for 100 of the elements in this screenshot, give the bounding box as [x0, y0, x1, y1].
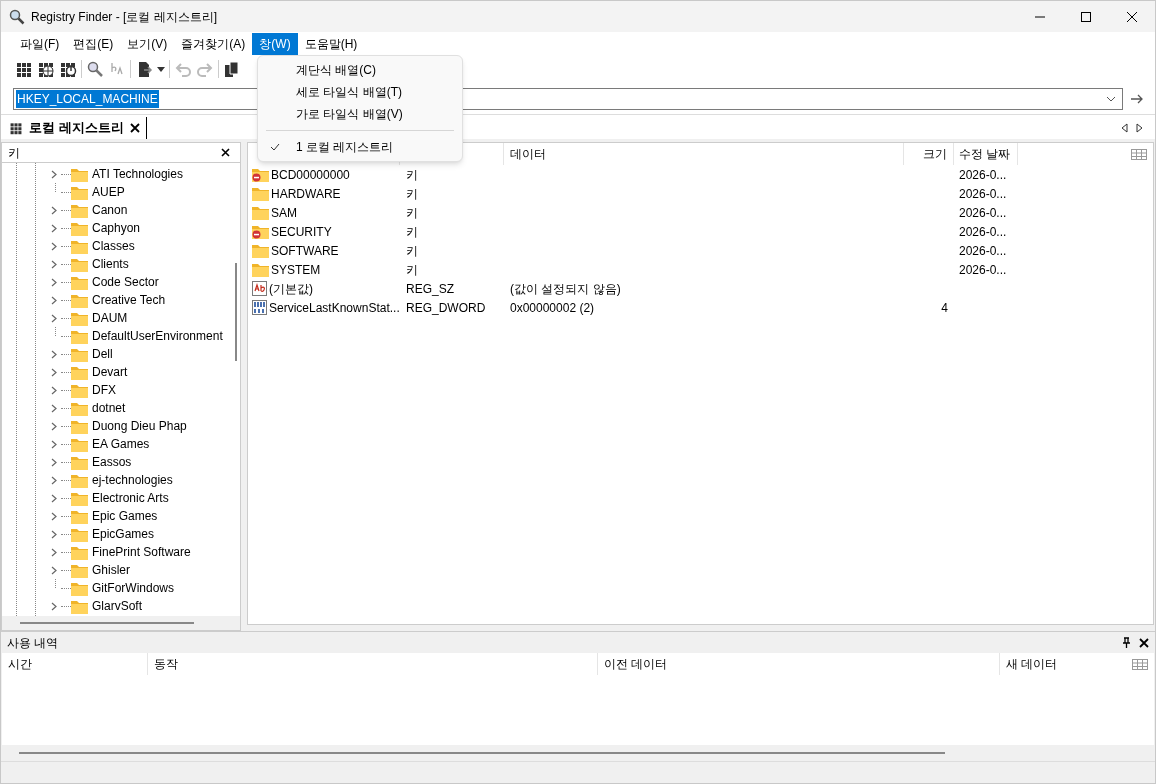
- tab-label: 로컬 레지스트리: [29, 119, 124, 138]
- tree-item[interactable]: DAUM: [92, 309, 128, 327]
- column-header[interactable]: 동작: [154, 655, 178, 673]
- caret-icon[interactable]: [157, 66, 165, 72]
- copy-icon[interactable]: [223, 60, 241, 78]
- value-name[interactable]: (기본값): [269, 279, 313, 298]
- close-icon[interactable]: [129, 123, 140, 133]
- menu-item[interactable]: 편집(E): [66, 32, 121, 55]
- folder-icon: [71, 310, 88, 326]
- scrollbar-thumb[interactable]: [20, 622, 194, 624]
- pin-icon[interactable]: [1122, 637, 1131, 648]
- folder-icon: [71, 328, 88, 344]
- column-header[interactable]: 데이터: [510, 145, 546, 163]
- tree-item[interactable]: Duong Dieu Phap: [92, 417, 187, 435]
- menu-option[interactable]: 1 로컬 레지스트리: [258, 136, 462, 158]
- folder-icon: [71, 418, 88, 434]
- column-header[interactable]: 크기: [923, 145, 947, 163]
- value-name[interactable]: SYSTEM: [271, 260, 321, 279]
- folder-icon: [71, 220, 88, 236]
- column-header[interactable]: 시간: [8, 655, 32, 673]
- column-header[interactable]: 수정 날짜: [959, 145, 1011, 163]
- value-type: 키: [406, 243, 418, 258]
- value-name[interactable]: SAM: [271, 203, 297, 222]
- power-icon[interactable]: [59, 60, 77, 78]
- tree-item[interactable]: GitForWindows: [92, 579, 174, 597]
- folder-icon: [71, 346, 88, 362]
- menu-item[interactable]: 도움말(H): [297, 32, 365, 55]
- folder-icon: [252, 186, 269, 201]
- menu-item[interactable]: 창(W): [252, 32, 298, 55]
- document-tab[interactable]: 로컬 레지스트리: [9, 117, 147, 139]
- tree-item[interactable]: DFX: [92, 381, 116, 399]
- menu-item[interactable]: 즐겨찾기(A): [174, 32, 253, 55]
- panel-title: 사용 내역: [7, 634, 59, 652]
- value-type: 키: [406, 186, 418, 201]
- value-name[interactable]: BCD00000000: [271, 165, 350, 184]
- value-type: REG_DWORD: [406, 300, 486, 315]
- chevron-right-icon[interactable]: [51, 601, 57, 611]
- tree-item[interactable]: Creative Tech: [92, 291, 166, 309]
- value-name[interactable]: SECURITY: [271, 222, 332, 241]
- folder-icon: [71, 184, 88, 200]
- value-data: (값이 설정되지 않음): [510, 281, 621, 296]
- arrow-right-icon[interactable]: [1131, 93, 1143, 104]
- value-name[interactable]: ServiceLastKnownStat...: [269, 298, 400, 317]
- tree-item[interactable]: Caphyon: [92, 219, 141, 237]
- menu-item[interactable]: 보기(V): [120, 32, 175, 55]
- tree-item[interactable]: dotnet: [92, 399, 126, 417]
- tree-item[interactable]: FinePrint Software: [92, 543, 191, 561]
- scrollbar-thumb[interactable]: [19, 752, 945, 754]
- value-type: 키: [406, 224, 418, 239]
- folder-icon: [71, 580, 88, 596]
- tree-item[interactable]: EA Games: [92, 435, 150, 453]
- modified-date: 2026-0...: [959, 262, 1007, 277]
- tree-item[interactable]: AUEP: [92, 183, 125, 201]
- tree-item[interactable]: Canon: [92, 201, 128, 219]
- folder-icon: [71, 382, 88, 398]
- tree-item[interactable]: Eassos: [92, 453, 132, 471]
- tree-item[interactable]: GlarvSoft: [92, 597, 142, 615]
- tree-item[interactable]: Clients: [92, 255, 129, 273]
- tree-item[interactable]: EpicGames: [92, 525, 155, 543]
- tree-item[interactable]: ATI Technologies: [92, 165, 183, 183]
- tree-item[interactable]: Ghisler: [92, 561, 130, 579]
- grid-icon[interactable]: [15, 60, 33, 78]
- tree-item[interactable]: Electronic Arts: [92, 489, 169, 507]
- folder-icon: [71, 544, 88, 560]
- value-type: 키: [406, 262, 418, 277]
- folder-icon: [252, 205, 269, 220]
- close-icon[interactable]: [1139, 637, 1149, 648]
- tree-item[interactable]: Dell: [92, 345, 113, 363]
- tree-item[interactable]: Classes: [92, 237, 135, 255]
- window-title: Registry Finder - [로컬 레지스트리]: [31, 8, 218, 26]
- globe-icon[interactable]: [37, 60, 55, 78]
- chevron-down-icon[interactable]: [1106, 95, 1116, 102]
- folder-icon: [71, 400, 88, 416]
- column-header[interactable]: 이전 데이터: [604, 655, 668, 673]
- menu-item[interactable]: 파일(F): [13, 32, 67, 55]
- folder-icon: [71, 166, 88, 182]
- tree-item[interactable]: ej-technologies: [92, 471, 173, 489]
- close-icon[interactable]: [221, 148, 230, 157]
- denied-folder-icon: [252, 167, 269, 182]
- tree-item[interactable]: Epic Games: [92, 507, 158, 525]
- folder-icon: [252, 243, 269, 258]
- tree-item[interactable]: Code Sector: [92, 273, 159, 291]
- folder-icon: [71, 364, 88, 380]
- search-icon[interactable]: [86, 60, 104, 78]
- column-header[interactable]: 새 데이터: [1006, 655, 1058, 673]
- folder-icon: [71, 598, 88, 614]
- folder-icon: [71, 508, 88, 524]
- tree-item[interactable]: DefaultUserEnvironment: [92, 327, 223, 345]
- scrollbar-thumb[interactable]: [235, 263, 237, 361]
- folder-icon: [252, 262, 269, 277]
- scroll-right-icon[interactable]: [1136, 123, 1143, 133]
- folder-icon: [71, 274, 88, 290]
- value-name[interactable]: SOFTWARE: [271, 241, 339, 260]
- grid-icon: [9, 121, 23, 135]
- menu-option[interactable]: 계단식 배열(C): [258, 59, 462, 81]
- scroll-left-icon[interactable]: [1121, 123, 1128, 133]
- tree-item[interactable]: Devart: [92, 363, 128, 381]
- value-name[interactable]: HARDWARE: [271, 184, 341, 203]
- chevron-right-icon[interactable]: [51, 169, 57, 179]
- modified-date: 2026-0...: [959, 224, 1007, 239]
